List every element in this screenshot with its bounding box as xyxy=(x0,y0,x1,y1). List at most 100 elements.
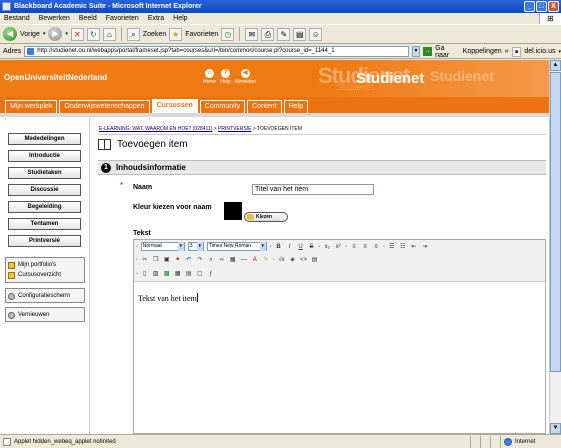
breadcrumb-printversie[interactable]: PRINTVERSIE xyxy=(218,126,251,132)
attach-file-icon[interactable]: ▩ xyxy=(163,270,171,278)
stop-icon[interactable]: ✕ xyxy=(70,27,84,41)
nav-discussie[interactable]: Discussie xyxy=(8,184,81,196)
delicious-button[interactable]: del.icio.us xyxy=(524,48,555,55)
redo-icon[interactable]: ↷ xyxy=(196,256,204,264)
history-icon[interactable]: ◷ xyxy=(221,27,235,41)
size-select[interactable]: 3 xyxy=(187,242,204,251)
scroll-up-icon[interactable]: ▲ xyxy=(550,60,561,71)
italic-icon[interactable]: I xyxy=(286,243,294,251)
flash-icon[interactable]: ƒ xyxy=(207,270,215,278)
nav-printversie[interactable]: Printversie xyxy=(8,235,81,247)
discuss-icon[interactable]: ▤ xyxy=(293,27,307,41)
page-scrollbar[interactable]: ▲ ▼ xyxy=(549,60,561,434)
object-icon[interactable]: ▦ xyxy=(174,270,182,278)
format-select[interactable]: Normaal xyxy=(140,242,185,251)
nav-mededelingen[interactable]: Mededelingen xyxy=(8,133,81,145)
refresh-link[interactable]: Vernieuwen xyxy=(8,310,82,320)
tab-mijn-werkplek[interactable]: Mijn werkplek xyxy=(5,100,58,113)
go-button[interactable]: Ga naar xyxy=(435,45,460,59)
highlight-icon[interactable]: ✎ xyxy=(262,256,270,264)
ordered-list-icon[interactable]: ☰ xyxy=(388,243,396,251)
scroll-down-icon[interactable]: ▼ xyxy=(550,423,561,434)
equation-icon[interactable]: √x xyxy=(278,256,286,264)
outdent-icon[interactable]: ⇤ xyxy=(410,243,418,251)
address-input[interactable]: http://studienet.ou.nl/webapps/portal/fr… xyxy=(24,46,409,57)
align-center-icon[interactable]: ≡ xyxy=(361,243,369,251)
frame-icon[interactable]: ▢ xyxy=(196,270,204,278)
unordered-list-icon[interactable]: ☷ xyxy=(399,243,407,251)
tab-content[interactable]: Content xyxy=(247,100,282,113)
html-source-icon[interactable]: <> xyxy=(300,256,308,264)
breadcrumb-course[interactable]: E-LEARNING: WAT, WAAROM EN HOE? (028411) xyxy=(99,126,212,132)
name-input[interactable]: Titel van het item xyxy=(252,184,374,195)
tool-portfolio[interactable]: Mijn portfolio's xyxy=(8,260,82,270)
messenger-icon[interactable]: ☺ xyxy=(309,27,323,41)
menu-help[interactable]: Help xyxy=(173,13,187,24)
superscript-icon[interactable]: x² xyxy=(334,243,342,251)
menu-favorieten[interactable]: Favorieten xyxy=(106,13,139,24)
menu-extra[interactable]: Extra xyxy=(148,13,164,24)
address-dropdown-icon[interactable]: ▾ xyxy=(411,46,421,57)
align-right-icon[interactable]: ≡ xyxy=(372,243,380,251)
home-page-icon[interactable]: ⌂ xyxy=(102,27,116,41)
tab-cursussen[interactable]: Cursussen xyxy=(151,99,198,113)
scroll-thumb[interactable] xyxy=(550,72,561,372)
search-button-label[interactable]: Zoeken xyxy=(143,31,166,38)
underline-icon[interactable]: U xyxy=(297,243,305,251)
forward-dropdown-icon[interactable]: ▾ xyxy=(65,31,68,37)
print-icon[interactable]: ⎙ xyxy=(261,27,275,41)
help-link[interactable]: ? Help xyxy=(220,69,231,85)
table-icon[interactable]: ▦ xyxy=(229,256,237,264)
nav-begeleiding[interactable]: Begeleiding xyxy=(8,201,81,213)
back-button-label[interactable]: Vorige xyxy=(20,31,40,38)
horizontal-rule-icon[interactable]: ― xyxy=(240,256,248,264)
nav-tentamen[interactable]: Tentamen xyxy=(8,218,81,230)
choose-color-button[interactable]: Kiezen xyxy=(244,212,288,222)
edit-icon[interactable]: ✎ xyxy=(277,27,291,41)
logout-link[interactable]: ◀ Afmelden xyxy=(235,69,256,85)
links-toolbar[interactable]: Koppelingen xyxy=(463,48,502,55)
home-link[interactable]: ⌂ Home xyxy=(203,69,216,85)
mail-icon[interactable]: ✉ xyxy=(245,27,259,41)
back-dropdown-icon[interactable]: ▾ xyxy=(43,31,46,37)
subscript-icon[interactable]: x₂ xyxy=(323,243,331,251)
editor-body[interactable]: Tekst van het item xyxy=(138,293,198,303)
forward-icon[interactable]: ▶ xyxy=(48,27,63,41)
tool-course-overview[interactable]: Cursusoverzicht xyxy=(8,270,82,280)
strikethrough-icon[interactable]: S xyxy=(308,243,316,251)
align-left-icon[interactable]: ≡ xyxy=(350,243,358,251)
menu-bewerken[interactable]: Bewerken xyxy=(39,13,70,24)
menu-bestand[interactable]: Bestand xyxy=(4,13,30,24)
font-select[interactable]: Times New Roman xyxy=(206,242,267,251)
search-icon[interactable]: ⌕ xyxy=(126,27,140,41)
control-panel-link[interactable]: Configuratiescherm xyxy=(8,291,82,301)
favorites-button-label[interactable]: Favorieten xyxy=(185,31,218,38)
media-icon[interactable]: ◈ xyxy=(289,256,297,264)
go-arrow-icon[interactable]: → xyxy=(423,47,433,56)
nav-studietaken[interactable]: Studietaken xyxy=(8,167,81,179)
preview-icon[interactable]: ▤ xyxy=(311,256,319,264)
undo-icon[interactable]: ↶ xyxy=(185,256,193,264)
tab-community[interactable]: Community xyxy=(199,100,246,113)
cut-icon[interactable]: ✂ xyxy=(141,256,149,264)
spellcheck-icon[interactable]: ✦ xyxy=(174,256,182,264)
menu-beeld[interactable]: Beeld xyxy=(79,13,97,24)
close-button[interactable]: X xyxy=(548,1,559,12)
tab-onderwijswetenschappen[interactable]: Onderwijswetenschappen xyxy=(59,100,150,113)
back-icon[interactable]: ◀ xyxy=(3,27,17,41)
image-icon[interactable]: ▨ xyxy=(152,270,160,278)
save-icon[interactable]: ▯ xyxy=(141,270,149,278)
paste-icon[interactable]: ▣ xyxy=(163,256,171,264)
text-color-icon[interactable]: A xyxy=(251,256,259,264)
refresh-page-icon[interactable]: ↻ xyxy=(86,27,100,41)
maximize-button[interactable]: □ xyxy=(536,1,547,12)
links-chevron-icon[interactable]: » xyxy=(505,48,509,55)
tab-help[interactable]: Help xyxy=(283,100,309,113)
find-icon[interactable]: ⌕ xyxy=(207,256,215,264)
link-icon[interactable]: ∞ xyxy=(218,256,226,264)
bold-icon[interactable]: B xyxy=(275,243,283,251)
special-char-icon[interactable]: ▤ xyxy=(185,270,193,278)
nav-introductie[interactable]: Introductie xyxy=(8,150,81,162)
ou-logo[interactable]: OpenUniversiteitNederland xyxy=(4,73,107,82)
minimize-button[interactable]: _ xyxy=(524,1,535,12)
